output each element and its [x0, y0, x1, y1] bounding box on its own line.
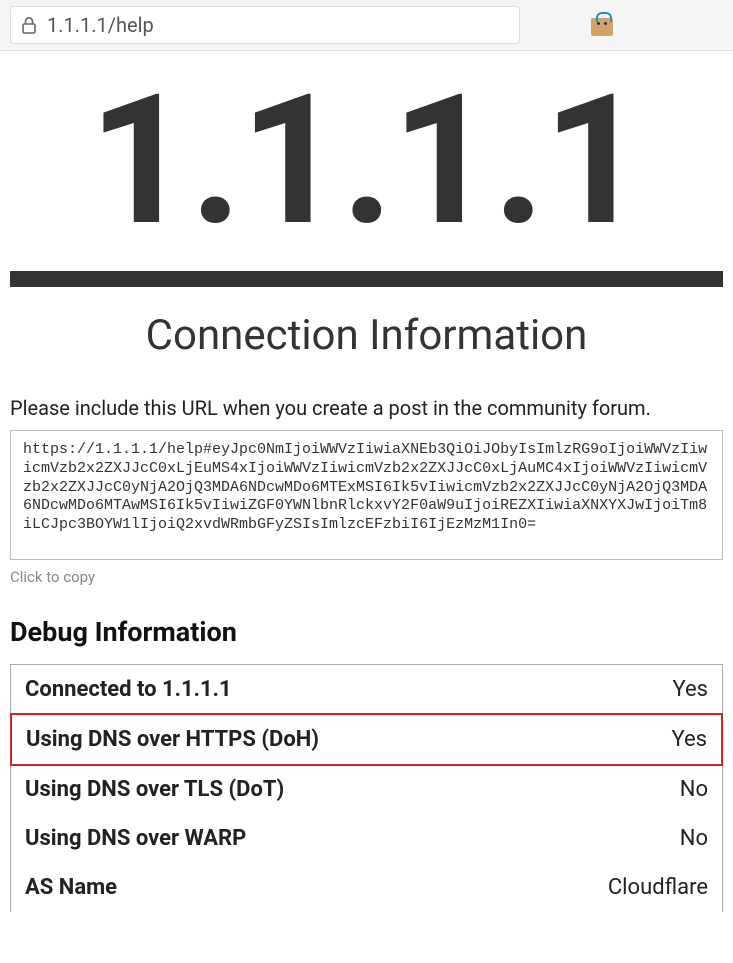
- debug-url-box[interactable]: https://1.1.1.1/help#eyJpc0NmIjoiWWVzIiw…: [10, 430, 723, 560]
- page-subtitle: Connection Information: [10, 311, 723, 360]
- row-label: Using DNS over HTTPS (DoH): [26, 727, 319, 752]
- row-label: Using DNS over TLS (DoT): [25, 777, 284, 802]
- row-value: Yes: [672, 677, 708, 702]
- row-value: No: [680, 826, 708, 851]
- url-field[interactable]: 1.1.1.1/help: [10, 6, 520, 44]
- debug-table: Connected to 1.1.1.1YesUsing DNS over HT…: [10, 664, 723, 912]
- lock-icon: [21, 16, 37, 34]
- table-row: Using DNS over HTTPS (DoH) Yes: [10, 713, 723, 766]
- table-row: Using DNS over TLS (DoT) No: [11, 765, 722, 814]
- row-label: Using DNS over WARP: [25, 826, 246, 851]
- url-text: 1.1.1.1/help: [47, 13, 154, 37]
- row-value: Cloudflare: [608, 875, 708, 900]
- table-row: Using DNS over WARP No: [11, 814, 722, 863]
- debug-heading: Debug Information: [10, 616, 723, 648]
- row-label: Connected to 1.1.1.1: [25, 677, 232, 702]
- instruction-text: Please include this URL when you create …: [10, 396, 723, 420]
- row-label: AS Name: [25, 875, 117, 900]
- row-value: Yes: [671, 727, 707, 752]
- title-divider: [10, 271, 723, 287]
- extension-icon[interactable]: [591, 14, 613, 36]
- page-title: 1.1.1.1: [10, 51, 723, 261]
- row-value: No: [680, 777, 708, 802]
- click-to-copy-hint[interactable]: Click to copy: [10, 568, 723, 586]
- table-row: AS Name Cloudflare: [11, 863, 722, 912]
- browser-address-bar: 1.1.1.1/help: [0, 0, 733, 51]
- page-content: 1.1.1.1 Connection Information Please in…: [0, 51, 733, 912]
- table-row: Connected to 1.1.1.1 Yes: [11, 665, 722, 714]
